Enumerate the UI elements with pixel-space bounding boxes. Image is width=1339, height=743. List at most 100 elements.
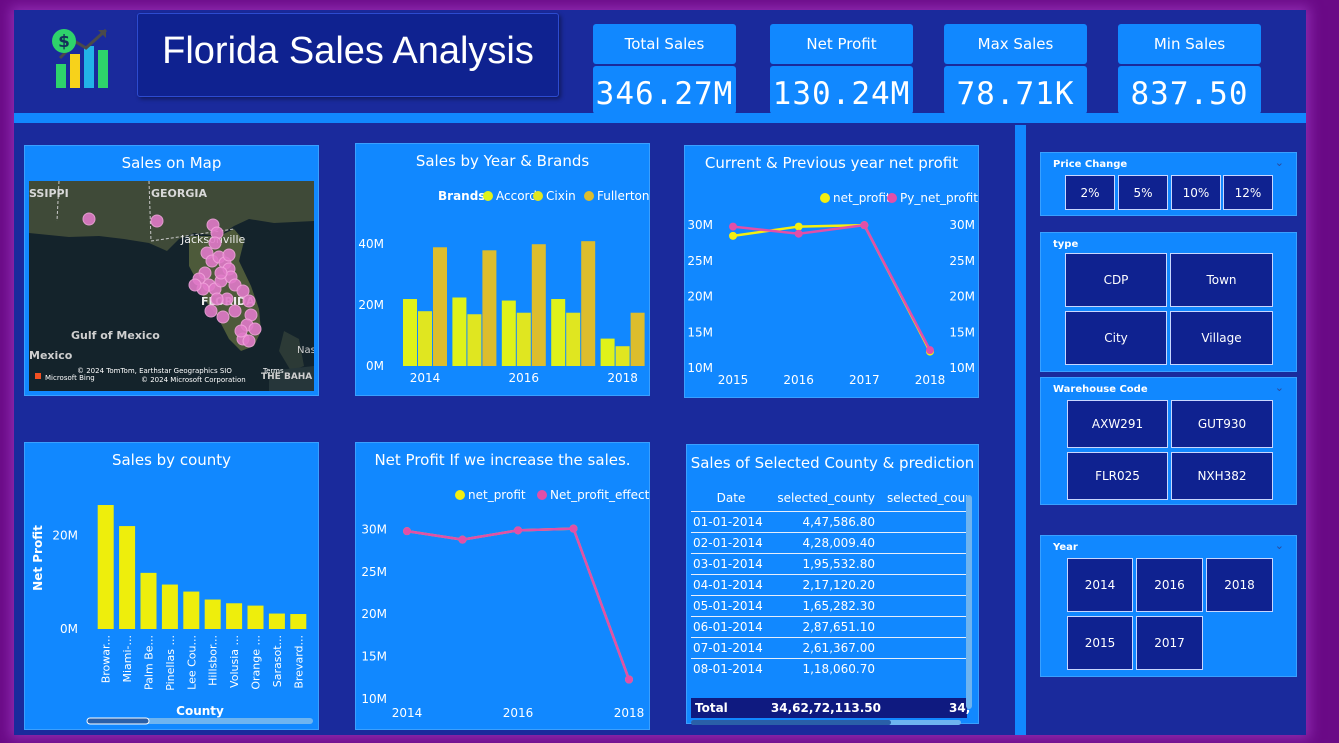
warehouse-option-gut930[interactable]: GUT930 [1171,400,1273,448]
county-chart[interactable]: Net Profit 0M 20M Browar... Miami-... Palm Be… [25,443,320,731]
y-tick-label: 10M [361,692,387,706]
y-tick-label: 25M [361,565,387,579]
table-header-date[interactable]: Date [691,485,771,511]
legend-marker [537,490,547,500]
table-cell: 1,18,060.70 [802,661,875,676]
table-row[interactable]: 04-01-2014 2,17,120.20 [691,574,967,595]
type-option-city[interactable]: City [1065,311,1167,365]
series-line [732,223,932,353]
type-slicer: type CDP Town City Village [1040,232,1297,372]
year-brands-chart[interactable]: Brands Accord Cixin Fullerton 0M 20M 40M 2014 20… [356,144,651,397]
table-row[interactable]: 03-01-2014 1,95,532.80 [691,553,967,574]
map-point [82,212,96,226]
table-cell [881,595,967,616]
y-tick-label: 0M [60,622,78,636]
year-option-2018[interactable]: 2018 [1206,558,1273,612]
table-cell [881,658,967,679]
series-line [406,527,631,680]
bar [403,299,417,366]
outer-frame: $ Florida Sales Analysis Total Sales 346… [0,0,1339,743]
net-profit-chart[interactable]: net_profit Net_profit_effect 10M 15M 20M 25M 3… [356,443,651,731]
table-row[interactable]: 08-01-2014 1,18,060.70 [691,658,967,679]
map-copyright-1: © 2024 TomTom, Earthstar Geographics SIO [77,367,232,375]
price-option-12[interactable]: 12% [1223,175,1273,210]
chevron-down-icon[interactable]: ⌄ [1275,156,1284,169]
map-title: Sales on Map [121,154,222,172]
table-cell: 07-01-2014 [693,640,763,655]
legend-label: Py_net_profit [900,191,978,205]
map-label-gulf: Gulf of Mexico [71,329,160,342]
price-option-2[interactable]: 2% [1065,175,1115,210]
map-terms[interactable]: Terms [262,367,284,375]
map-bing-label: Microsoft Bing [45,374,95,382]
year-label: Year [1053,542,1078,553]
type-option-village[interactable]: Village [1170,311,1273,365]
table-row[interactable]: 06-01-2014 2,87,651.10 [691,616,967,637]
map-point [208,236,222,250]
table-cell: 05-01-2014 [693,598,763,613]
year-option-2015[interactable]: 2015 [1067,616,1133,670]
y-tick-label: 0M [366,359,384,373]
warehouse-option-flr025[interactable]: FLR025 [1067,452,1168,500]
map-area[interactable]: SSIPPI GEORGIA Jacksonville FLORIDA Gulf… [29,181,314,391]
logo-icon: $ [40,20,112,92]
price-option-5[interactable]: 5% [1118,175,1168,210]
x-tick-label: Hillsbor... [207,635,220,686]
table-cell: 2,87,651.10 [802,619,875,634]
kpi-total-sales-label: Total Sales [593,24,736,64]
price-change-label: Price Change [1053,159,1128,170]
table-header-selected-county[interactable]: selected_county [771,485,881,511]
table-cell: 2,17,120.20 [802,577,875,592]
y2-tick-label: 30M [949,218,975,232]
table-row[interactable]: 05-01-2014 1,65,282.30 [691,595,967,616]
x-tick-label: Miami-... [121,635,134,683]
price-option-10[interactable]: 10% [1171,175,1221,210]
warehouse-label: Warehouse Code [1053,384,1148,395]
type-option-town[interactable]: Town [1170,253,1273,307]
kpi-min-sales-label: Min Sales [1118,24,1261,64]
x-tick-label: 2015 [718,373,749,387]
table-cell: 02-01-2014 [693,535,763,550]
x-tick-label: 2017 [849,373,880,387]
legend-label: Cixin [546,189,576,203]
table-row[interactable]: 01-01-2014 4,47,586.80 [691,511,967,532]
legend-marker [483,191,493,201]
chevron-down-icon[interactable]: ⌄ [1275,539,1284,552]
table-header-selected-county-2[interactable]: selected_coun [881,485,967,511]
bar [467,314,482,366]
year-option-2014[interactable]: 2014 [1067,558,1133,612]
map-label-georgia: GEORGIA [151,187,207,200]
year-option-2016[interactable]: 2016 [1136,558,1203,612]
x-axis-title: County [176,704,224,718]
county-panel: Sales by county Net Profit 0M 20M Browar...… [24,442,319,730]
year-option-2017[interactable]: 2017 [1136,616,1203,670]
cur-prev-chart[interactable]: net_profit Py_net_profit 10M 10M 15M 15M 20M 20… [685,146,980,399]
warehouse-option-nxh382[interactable]: NXH382 [1171,452,1273,500]
kpi-max-sales-value: 78.71K [944,66,1087,114]
y-tick-label: 15M [687,325,713,339]
warehouse-slicer: Warehouse Code ⌄ AXW291 GUT930 FLR025 NX… [1040,377,1297,505]
price-change-slicer: Price Change ⌄ 2% 5% 10% 12% [1040,152,1297,216]
table-cell: 4,28,009.40 [802,535,875,550]
kpi-max-sales-label: Max Sales [944,24,1087,64]
warehouse-option-axw291[interactable]: AXW291 [1067,400,1168,448]
bar [268,613,285,629]
bar [418,311,432,366]
table-row[interactable]: 02-01-2014 4,28,009.40 [691,532,967,553]
table-cell [881,553,967,574]
x-tick-label: 2018 [607,371,638,385]
x-tick-label: Pinellas ... [164,635,177,691]
bar [140,572,157,629]
table-hscroll[interactable] [691,720,961,725]
bar [204,599,221,629]
map-point [214,266,228,280]
page-title: Florida Sales Analysis [162,30,534,72]
table-vscroll[interactable] [966,495,972,709]
legend-marker [820,193,830,203]
svg-text:$: $ [58,32,70,52]
chevron-down-icon[interactable]: ⌄ [1275,381,1284,394]
type-option-cdp[interactable]: CDP [1065,253,1167,307]
map-panel: Sales on Map SSIPPI GEORGIA Jacksonville… [24,145,319,396]
table-row[interactable]: 07-01-2014 2,61,367.00 [691,637,967,658]
table-header-row: Date selected_county selected_coun [691,485,967,511]
